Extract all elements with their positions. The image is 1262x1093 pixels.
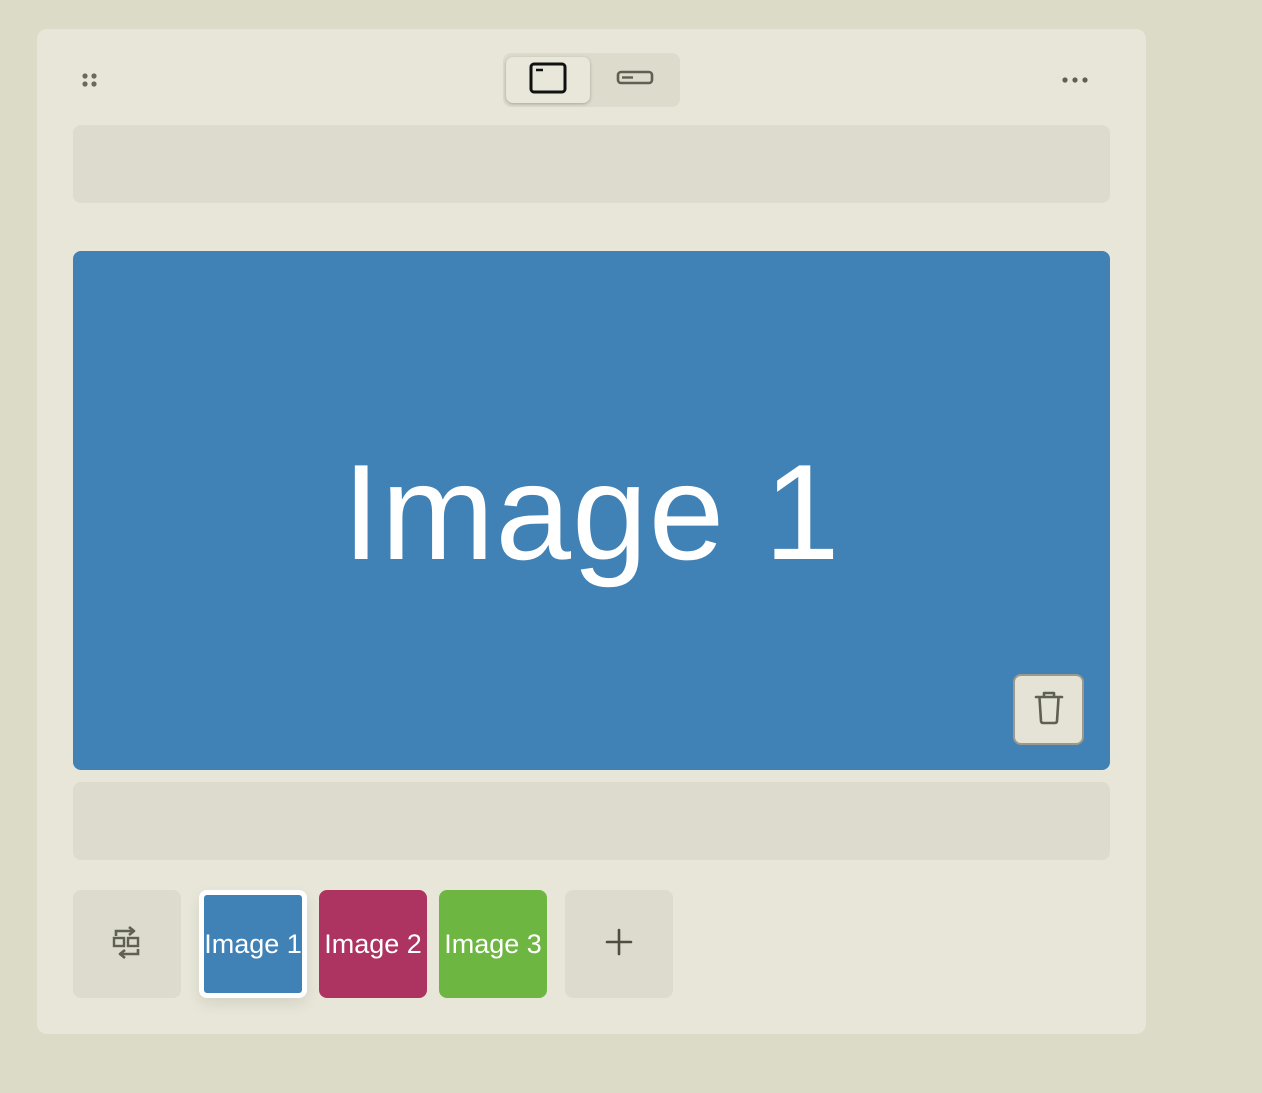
thumbnail-image-3[interactable]: Image 3 [439, 890, 547, 998]
more-options-button[interactable] [1055, 65, 1099, 95]
compact-view-button[interactable] [593, 57, 677, 103]
swap-images-button[interactable] [73, 890, 181, 998]
plus-icon [605, 928, 633, 961]
caption-bar-top [73, 125, 1110, 203]
trash-icon [1033, 689, 1065, 730]
card-view-icon [529, 62, 567, 99]
drag-handle-icon[interactable] [81, 71, 101, 91]
more-icon [1061, 71, 1093, 89]
thumbnail-label: Image 2 [324, 928, 422, 959]
thumbnail-label: Image 1 [204, 928, 302, 959]
thumbnail-label: Image 3 [444, 928, 542, 959]
delete-image-button[interactable] [1013, 674, 1084, 745]
thumbnail-image-1[interactable]: Image 1 [199, 890, 307, 998]
add-image-button[interactable] [565, 890, 673, 998]
compact-view-icon [616, 70, 654, 91]
main-image-preview: Image 1 [73, 251, 1110, 770]
image-gallery-card: Image 1 Image 1 Image 2 Image 3 [37, 29, 1146, 1034]
main-image-label: Image 1 [342, 435, 841, 588]
view-mode-toggle [503, 53, 680, 107]
swap-icon [111, 923, 143, 966]
thumbnail-image-2[interactable]: Image 2 [319, 890, 427, 998]
caption-bar-bottom [73, 782, 1110, 860]
card-view-button[interactable] [506, 57, 590, 103]
